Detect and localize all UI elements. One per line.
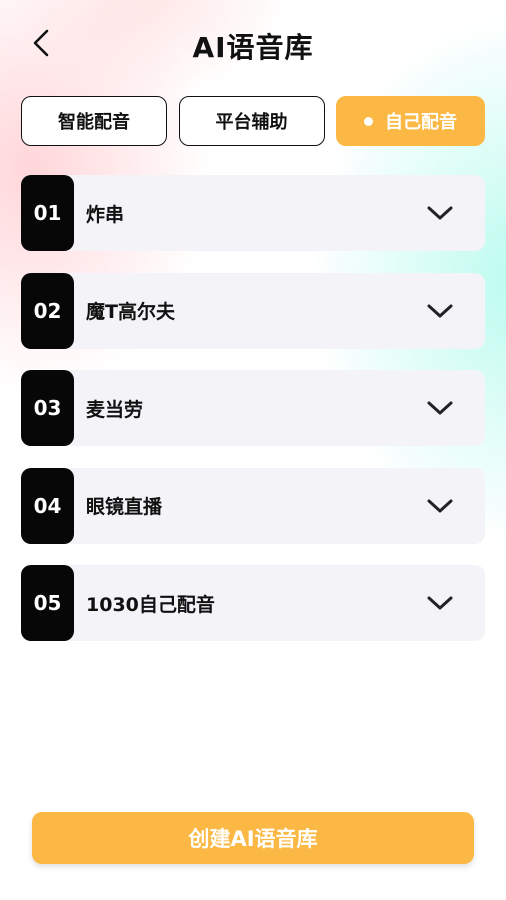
item-index-badge: 02 [21, 272, 74, 349]
chevron-down-icon[interactable] [425, 203, 455, 223]
tab-smart-dubbing[interactable]: 智能配音 [21, 96, 167, 146]
voice-list: 01 炸串 02 魔T高尔夫 03 麦当劳 04 眼镜直播 05 1030自己配… [21, 175, 485, 663]
list-item[interactable]: 05 1030自己配音 [21, 565, 485, 641]
item-index-badge: 04 [21, 467, 74, 544]
item-name: 麦当劳 [86, 398, 144, 421]
active-dot-icon [364, 116, 373, 126]
tab-label: 平台辅助 [215, 112, 288, 133]
tab-platform-assist[interactable]: 平台辅助 [178, 96, 325, 146]
chevron-down-icon[interactable] [425, 496, 455, 516]
tab-self-dubbing[interactable]: 自己配音 [336, 96, 485, 146]
list-item[interactable]: 03 麦当劳 [21, 370, 485, 446]
item-name: 炸串 [86, 203, 125, 226]
tab-label: 智能配音 [58, 112, 130, 133]
chevron-down-icon[interactable] [425, 398, 455, 418]
item-name: 魔T高尔夫 [86, 301, 175, 323]
tab-bar: 智能配音 平台辅助 自己配音 [21, 96, 485, 148]
chevron-down-icon[interactable] [425, 301, 455, 321]
create-ai-voice-library-button[interactable]: 创建AI语音库 [32, 812, 474, 864]
tab-label: 自己配音 [385, 112, 457, 133]
ai-voice-library-page: AI语音库 智能配音 平台辅助 自己配音 01 炸串 02 魔T高尔夫 03 麦… [0, 0, 506, 900]
item-index-badge: 03 [21, 370, 74, 446]
item-index-badge: 05 [21, 565, 74, 641]
list-item[interactable]: 02 魔T高尔夫 [21, 272, 485, 349]
page-title: AI语音库 [192, 31, 314, 64]
list-item[interactable]: 04 眼镜直播 [21, 467, 485, 544]
item-name: 眼镜直播 [86, 496, 163, 518]
item-name: 1030自己配音 [86, 593, 215, 616]
list-item[interactable]: 01 炸串 [21, 175, 485, 251]
header: AI语音库 [0, 0, 506, 90]
item-index-badge: 01 [21, 175, 74, 251]
chevron-down-icon[interactable] [425, 593, 455, 613]
